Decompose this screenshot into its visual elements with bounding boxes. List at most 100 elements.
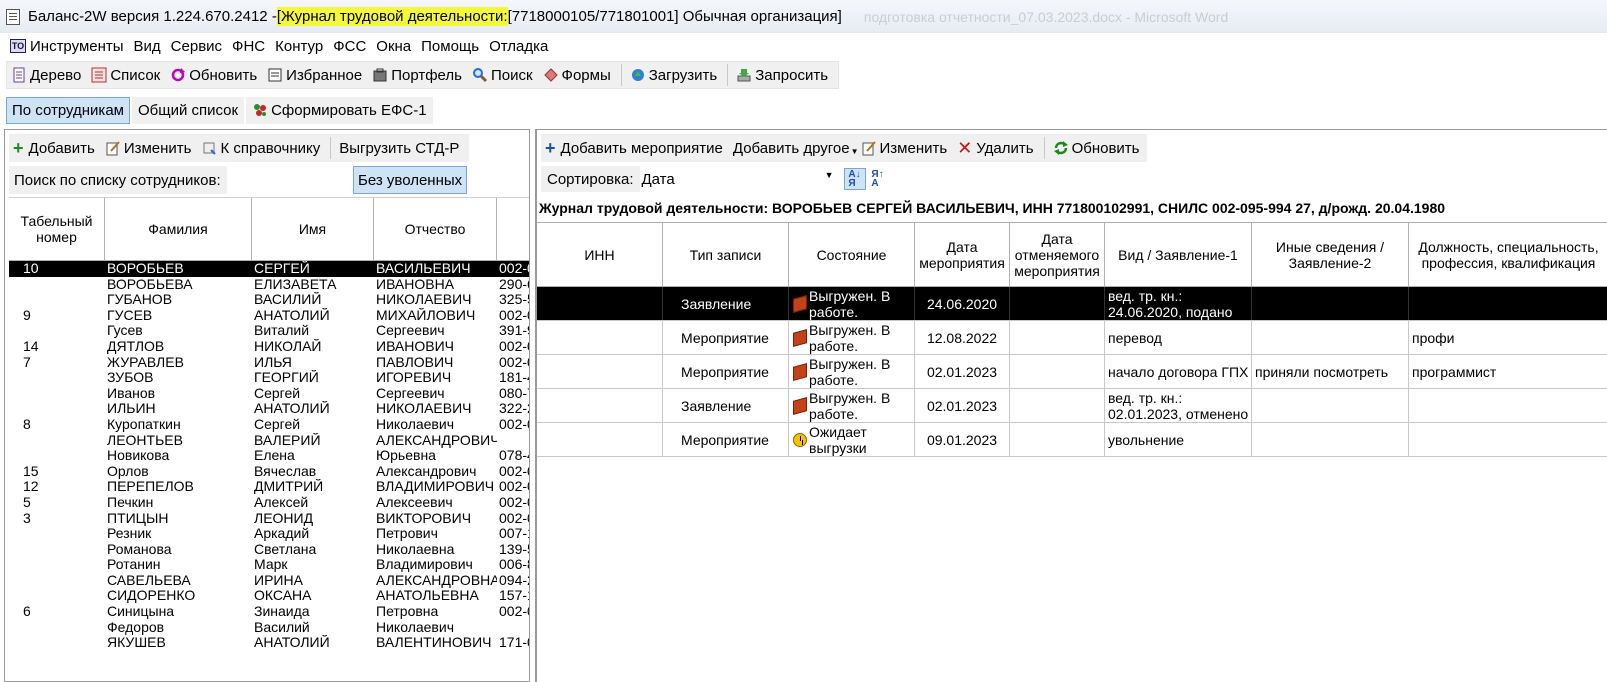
request-button[interactable]: Запросить <box>736 67 828 84</box>
cell-surname: ГУБАНОВ <box>107 292 173 308</box>
employee-search-input[interactable] <box>227 166 349 194</box>
menu-debug[interactable]: Отладка <box>489 38 548 55</box>
table-row[interactable]: 8 Куропаткин Сергей Николаевич 002-0 <box>9 417 529 433</box>
menu-kontur[interactable]: Контур <box>275 38 323 55</box>
table-row[interactable]: САВЕЛЬЕВА ИРИНА АЛЕКСАНДРОВНА094-2 <box>9 573 529 589</box>
cell-tab-number <box>9 323 105 339</box>
menu-help[interactable]: Помощь <box>421 38 479 55</box>
table-row[interactable]: Заявление Выгружен. В работе. 02.01.2023 ве… <box>537 389 1607 423</box>
cell-name: НИКОЛАЙ <box>254 338 322 354</box>
table-row[interactable]: 7 ЖУРАВЛЕВ ИЛЬЯ ПАВЛОВИЧ 002-0 <box>9 355 529 371</box>
column-surname[interactable]: Фамилия <box>105 198 252 260</box>
book-icon <box>793 396 807 415</box>
table-row[interactable]: ВОРОБЬЕВА ЕЛИЗАВЕТА ИВАНОВНА 290-6 <box>9 277 529 293</box>
menu-fns[interactable]: ФНС <box>232 38 265 55</box>
sort-ascending-button[interactable]: A↓ Я <box>843 168 866 190</box>
table-row[interactable]: 9 ГУСЕВ АНАТОЛИЙ МИХАЙЛОВИЧ 002-0 <box>9 308 529 324</box>
form-efs-button[interactable]: Сформировать ЕФС-1 <box>246 96 433 124</box>
cell-name: ВАСИЛИЙ <box>254 292 322 308</box>
cell-other-info <box>1252 423 1409 456</box>
column-kind[interactable]: Вид / Заявление-1 <box>1105 223 1252 286</box>
sort-descending-button[interactable]: Я↑ A <box>868 168 888 190</box>
table-row[interactable]: ЯКУШЕВ АНАТОЛИЙ ВАЛЕНТИНОВИЧ 171-0 <box>9 635 529 651</box>
cell-patronymic: Петровна <box>376 604 439 620</box>
edit-employee-label: Изменить <box>123 139 192 157</box>
column-record-type[interactable]: Тип записи <box>663 223 789 286</box>
portfolio-icon <box>373 68 387 82</box>
portfolio-button[interactable]: Портфель <box>372 67 462 84</box>
table-row[interactable]: Федоров Василий Николаевич <box>9 620 529 636</box>
table-row[interactable]: Новикова Елена Юрьевна 078-4 <box>9 448 529 464</box>
cell-patronymic: Александрович <box>376 463 477 479</box>
tree-button[interactable]: Дерево <box>11 67 81 84</box>
list-button[interactable]: Список <box>91 67 160 84</box>
upload-button[interactable]: Загрузить <box>630 67 717 84</box>
search-button[interactable]: Поиск <box>472 67 533 84</box>
column-state[interactable]: Состояние <box>789 223 915 286</box>
add-event-button[interactable]: + Добавить мероприятие <box>545 138 723 159</box>
state-text: Выгружен. В работе. <box>809 287 891 320</box>
table-row[interactable]: 14 ДЯТЛОВ НИКОЛАЙ ИВАНОВИЧ 002-0 <box>9 339 529 355</box>
menu-service[interactable]: Сервис <box>171 38 222 55</box>
menu-windows[interactable]: Окна <box>376 38 411 55</box>
column-position[interactable]: Должность, специальность, профессия, ква… <box>1409 223 1607 286</box>
refresh-button[interactable]: Обновить <box>170 67 257 84</box>
tools-menu-icon: TO <box>10 39 26 53</box>
table-row[interactable]: Ротанин Марк Владимирович 006-8 <box>9 557 529 573</box>
table-row[interactable]: 12 ПЕРЕПЕЛОВ ДМИТРИЙ ВЛАДИМИРОВИЧ002-0 <box>9 479 529 495</box>
cell-tab-number: 12 <box>23 479 39 495</box>
tab-common-list[interactable]: Общий список <box>131 96 245 124</box>
table-row[interactable]: 15 Орлов Вячеслав Александрович 002-0 <box>9 464 529 480</box>
table-row[interactable]: Романова Светлана Николаевна 139-5 <box>9 542 529 558</box>
refresh-journal-button[interactable]: Обновить <box>1053 140 1139 157</box>
menu-view[interactable]: Вид <box>134 38 161 55</box>
add-other-dropdown[interactable]: Добавить другое ▼ <box>733 140 859 157</box>
menu-tools[interactable]: Инструменты <box>30 38 124 55</box>
column-tab-number[interactable]: Табельный номер <box>9 198 105 260</box>
table-row[interactable]: Иванов Сергей Сергеевич 080-7 <box>9 386 529 402</box>
journal-panel: + Добавить мероприятие Добавить другое ▼… <box>535 129 1607 682</box>
form-efs-label: Сформировать ЕФС-1 <box>271 101 427 119</box>
export-std-button[interactable]: Выгрузить СТД-Р <box>339 140 459 157</box>
add-employee-button[interactable]: + Добавить <box>13 138 95 159</box>
no-fired-toggle[interactable]: Без уволенных <box>353 166 468 194</box>
table-row[interactable]: Резник Аркадий Петрович 007-1 <box>9 526 529 542</box>
to-reference-button[interactable]: К справочнику <box>201 140 320 157</box>
column-name[interactable]: Имя <box>252 198 374 260</box>
table-row[interactable]: Мероприятие Выгружен. В работе. 12.08.2022… <box>537 321 1607 355</box>
cell-patronymic: ВАСИЛЬЕВИЧ <box>376 261 471 276</box>
table-row[interactable]: 3 ПТИЦЫН ЛЕОНИД ВИКТОРОВИЧ 002-0 <box>9 511 529 527</box>
table-row[interactable]: Заявление Выгружен. В работе. 24.06.2020 ве… <box>537 287 1607 321</box>
table-row[interactable]: 6 Синицына Зинаида Петровна 002-0 <box>9 604 529 620</box>
cell-name: ГЕОРГИЙ <box>254 370 319 386</box>
cell-surname: ДЯТЛОВ <box>107 338 165 354</box>
cell-position <box>1409 423 1607 456</box>
cell-surname: Орлов <box>107 463 149 479</box>
column-other-info[interactable]: Иные сведения / Заявление-2 <box>1252 223 1409 286</box>
journal-table-header: ИНН Тип записи Состояние Дата мероприяти… <box>537 222 1607 287</box>
table-row[interactable]: 10 ВОРОБЬЕВ СЕРГЕЙ ВАСИЛЬЕВИЧ 002-0 <box>9 261 529 277</box>
table-row[interactable]: ЗУБОВ ГЕОРГИЙ ИГОРЕВИЧ 181-4 <box>9 370 529 386</box>
column-inn[interactable]: ИНН <box>537 223 663 286</box>
column-cancel-date[interactable]: Дата отменяемого мероприятия <box>1010 223 1105 286</box>
table-row[interactable]: 5 Печкин Алексей Алексеевич 002-0 <box>9 495 529 511</box>
column-event-date[interactable]: Дата мероприятия <box>915 223 1010 286</box>
column-patronymic[interactable]: Отчество <box>374 198 497 260</box>
table-row[interactable]: Гусев Виталий Сергеевич 391-9 <box>9 323 529 339</box>
favorites-button[interactable]: Избранное <box>267 67 362 84</box>
column-snils[interactable] <box>497 198 529 260</box>
tab-by-employee[interactable]: По сотрудникам <box>6 96 130 124</box>
cell-tab-number: 14 <box>23 338 39 354</box>
table-row[interactable]: ЛЕОНТЬЕВ ВАЛЕРИЙ АЛЕКСАНДРОВИЧ <box>9 433 529 449</box>
table-row[interactable]: Мероприятие Выгружен. В работе. 02.01.2023… <box>537 355 1607 389</box>
delete-event-button[interactable]: ✕ Удалить <box>957 138 1033 159</box>
forms-button[interactable]: Формы <box>543 67 611 84</box>
sort-select[interactable]: Дата ▼ <box>639 168 836 190</box>
table-row[interactable]: ГУБАНОВ ВАСИЛИЙ НИКОЛАЕВИЧ 325-5 <box>9 292 529 308</box>
table-row[interactable]: Мероприятие Ожидает выгрузки 09.01.2023 уво… <box>537 423 1607 457</box>
edit-employee-button[interactable]: Изменить <box>105 139 192 157</box>
table-row[interactable]: ИЛЬИН АНАТОЛИЙ НИКОЛАЕВИЧ 322-2 <box>9 401 529 417</box>
menu-fss[interactable]: ФСС <box>333 38 366 55</box>
table-row[interactable]: СИДОРЕНКО ОКСАНА АНАТОЛЬЕВНА 157-1 <box>9 588 529 604</box>
edit-event-button[interactable]: Изменить <box>861 140 947 157</box>
